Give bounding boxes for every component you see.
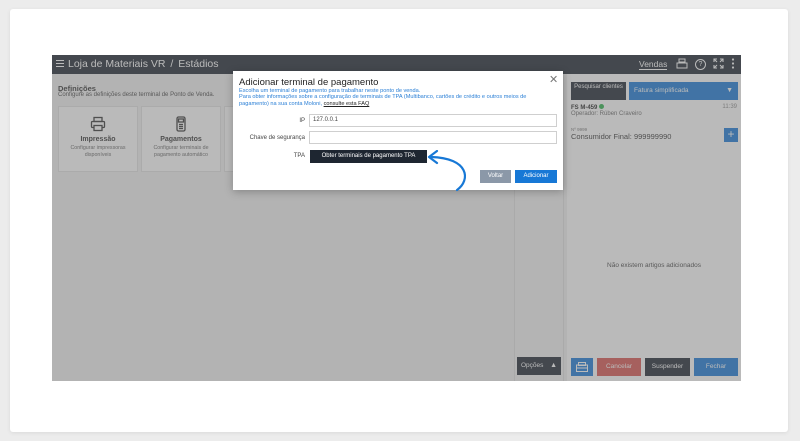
back-button[interactable]: Voltar: [480, 170, 511, 183]
faq-link[interactable]: consulte esta FAQ: [324, 101, 370, 107]
dialog-title: Adicionar terminal de pagamento: [239, 77, 379, 88]
dialog-description-line2: Para obter informações sobre a configura…: [239, 94, 557, 107]
get-tpa-terminals-button[interactable]: Obter terminais de pagamento TPA: [310, 150, 427, 163]
dialog-description-text: Para obter informações sobre a configura…: [239, 94, 527, 107]
security-key-input[interactable]: [309, 131, 557, 144]
close-icon[interactable]: ✕: [549, 74, 558, 86]
callout-arrow-icon: [427, 150, 467, 192]
add-button[interactable]: Adicionar: [515, 170, 557, 183]
ip-input[interactable]: 127.0.0.1: [309, 114, 557, 127]
ip-label: IP: [299, 118, 305, 124]
add-payment-terminal-dialog: Adicionar terminal de pagamento ✕ Escolh…: [233, 71, 563, 190]
tpa-label: TPA: [293, 153, 305, 159]
dialog-description: Escolha um terminal de pagamento para tr…: [239, 88, 557, 107]
security-key-label: Chave de segurança: [249, 135, 305, 141]
